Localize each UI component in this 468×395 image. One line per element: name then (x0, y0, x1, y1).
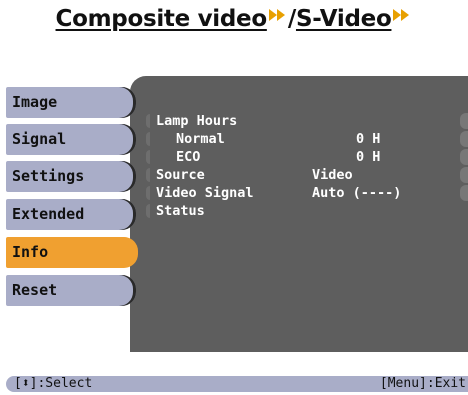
row-marker (146, 204, 150, 218)
tab-signal[interactable]: Signal (6, 124, 136, 155)
composite-video-link[interactable]: Composite video (56, 6, 268, 32)
tab-image[interactable]: Image (6, 87, 136, 118)
source-label: Source (156, 167, 205, 183)
hint-bar: [⬍]:Select [Menu]:Exit (6, 376, 468, 392)
row-marker (146, 186, 150, 200)
tab-settings[interactable]: Settings (6, 161, 136, 192)
tab-reset[interactable]: Reset (6, 275, 136, 306)
row-edge (460, 113, 468, 129)
page-heading: Composite video /S-Video (0, 6, 468, 32)
status-row: Status (146, 202, 468, 220)
video-signal-label: Video Signal (156, 185, 254, 201)
tab-extended[interactable]: Extended (6, 199, 136, 230)
video-signal-row: Video Signal Auto (----) (146, 184, 468, 202)
normal-value: 0 H (356, 131, 381, 147)
eco-label: ECO (176, 149, 201, 165)
lamp-hours-label: Lamp Hours (156, 113, 238, 129)
tab-info[interactable]: Info (6, 237, 138, 268)
source-value: Video (312, 167, 353, 183)
row-edge (460, 131, 468, 147)
normal-label: Normal (176, 131, 225, 147)
normal-row: Normal 0 H (146, 130, 468, 148)
source-row: Source Video (146, 166, 468, 184)
s-video-link[interactable]: S-Video (296, 6, 392, 32)
row-marker (146, 114, 150, 128)
double-right-arrow-icon (268, 2, 288, 28)
row-marker (146, 150, 150, 164)
status-label: Status (156, 203, 205, 219)
row-edge (460, 185, 468, 201)
heading-separator: / (287, 6, 296, 32)
row-marker (146, 132, 150, 146)
exit-hint: [Menu]:Exit (379, 376, 466, 391)
select-hint: [⬍]:Select (14, 376, 93, 391)
video-signal-value: Auto (----) (312, 185, 402, 201)
lamp-hours-row: Lamp Hours (146, 112, 468, 130)
row-edge (460, 149, 468, 165)
eco-row: ECO 0 H (146, 148, 468, 166)
row-marker (146, 168, 150, 182)
double-right-arrow-icon (392, 2, 412, 28)
row-edge (460, 167, 468, 183)
info-list: Lamp Hours Normal 0 H ECO 0 H Source Vid… (146, 112, 468, 220)
eco-value: 0 H (356, 149, 381, 165)
